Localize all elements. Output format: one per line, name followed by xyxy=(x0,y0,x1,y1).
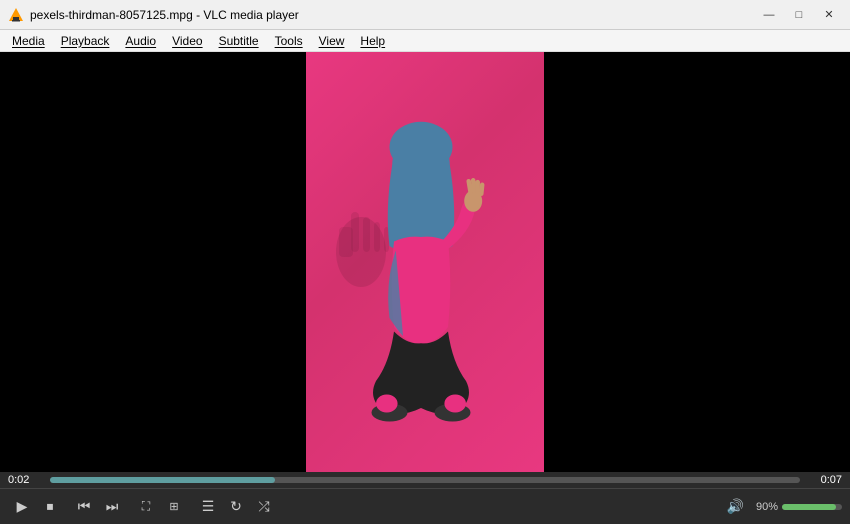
extended-button[interactable]: ⊞ xyxy=(160,493,188,521)
letterbox-right xyxy=(544,52,850,472)
volume-label: 90% xyxy=(748,501,778,513)
maximize-button[interactable]: □ xyxy=(786,5,812,25)
fullscreen-button[interactable]: ⛶ xyxy=(132,493,160,521)
time-total: 0:07 xyxy=(806,474,842,486)
progress-track[interactable] xyxy=(50,477,800,483)
menu-item-media[interactable]: Media xyxy=(4,30,53,51)
video-area xyxy=(0,52,850,472)
title-text: pexels-thirdman-8057125.mpg - VLC media … xyxy=(30,8,756,22)
progress-area: 0:02 0:07 xyxy=(0,472,850,488)
menu-item-tools[interactable]: Tools xyxy=(267,30,311,51)
window-controls: — □ ✕ xyxy=(756,5,842,25)
menu-bar: MediaPlaybackAudioVideoSubtitleToolsView… xyxy=(0,30,850,52)
next-button[interactable]: ⏭ xyxy=(98,493,126,521)
volume-area: 🔊 90% xyxy=(727,498,842,515)
menu-item-audio[interactable]: Audio xyxy=(117,30,164,51)
volume-fill xyxy=(782,504,836,510)
video-background xyxy=(306,52,544,472)
stop-button[interactable]: ⏹ xyxy=(36,493,64,521)
person-figure xyxy=(331,92,511,472)
time-elapsed: 0:02 xyxy=(8,474,44,486)
prev-button[interactable]: ⏮ xyxy=(70,493,98,521)
vlc-icon xyxy=(8,7,24,23)
volume-icon-button[interactable]: 🔊 xyxy=(727,498,744,515)
menu-item-video[interactable]: Video xyxy=(164,30,210,51)
menu-item-playback[interactable]: Playback xyxy=(53,30,118,51)
letterbox-left xyxy=(0,52,306,472)
video-frame xyxy=(306,52,544,472)
playlist-button[interactable]: ☰ xyxy=(194,493,222,521)
video-content xyxy=(0,52,850,472)
minimize-button[interactable]: — xyxy=(756,5,782,25)
progress-fill xyxy=(50,477,275,483)
random-button[interactable]: ⤮ xyxy=(250,493,278,521)
play-button[interactable]: ▶ xyxy=(8,493,36,521)
menu-item-subtitle[interactable]: Subtitle xyxy=(211,30,267,51)
close-button[interactable]: ✕ xyxy=(816,5,842,25)
loop-button[interactable]: ↻ xyxy=(222,493,250,521)
title-bar: pexels-thirdman-8057125.mpg - VLC media … xyxy=(0,0,850,30)
volume-track[interactable] xyxy=(782,504,842,510)
controls-bar: ▶ ⏹ ⏮ ⏭ ⛶ ⊞ ☰ ↻ ⤮ 🔊 90% xyxy=(0,488,850,524)
menu-item-view[interactable]: View xyxy=(311,30,353,51)
menu-item-help[interactable]: Help xyxy=(352,30,393,51)
